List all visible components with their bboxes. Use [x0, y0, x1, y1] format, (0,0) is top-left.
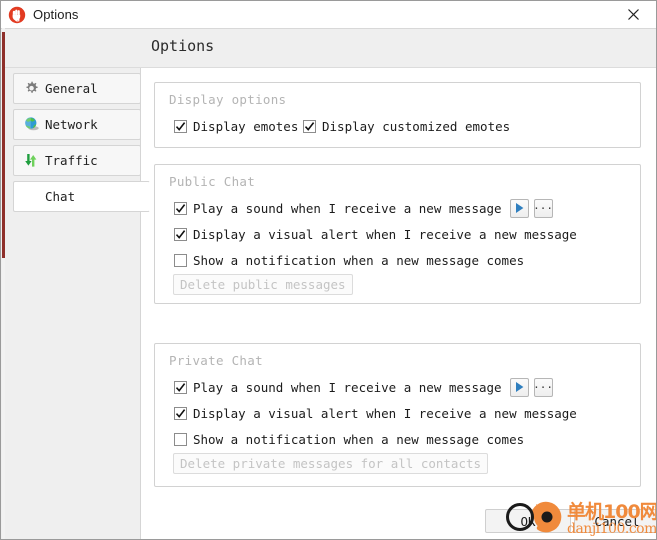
sidebar-item-chat[interactable]: Chat	[13, 181, 150, 212]
play-icon	[515, 203, 523, 213]
globe-icon	[25, 117, 39, 131]
checkbox-public-play-sound[interactable]	[174, 201, 187, 215]
checkbox-private-visual-alert[interactable]	[174, 406, 187, 420]
close-icon[interactable]	[611, 2, 656, 28]
checkbox-row-private-play-sound[interactable]: Play a sound when I receive a new messag…	[174, 377, 553, 397]
public-play-sound-button[interactable]	[509, 198, 529, 218]
sidebar-item-label: Network	[45, 117, 98, 132]
sidebar-item-network[interactable]: Network	[13, 109, 141, 140]
page-title: Options	[151, 37, 215, 55]
checkbox-label: Display emotes	[193, 118, 299, 134]
delete-private-messages-button[interactable]: Delete private messages for all contacts	[173, 453, 489, 474]
page-header: Options	[5, 29, 656, 68]
sidebar-item-general[interactable]: General	[13, 73, 141, 104]
checkbox-label: Display a visual alert when I receive a …	[193, 405, 577, 421]
checkbox-label: Display a visual alert when I receive a …	[193, 226, 577, 242]
ok-button[interactable]: OK	[485, 509, 571, 533]
checkbox-row-public-visual-alert[interactable]: Display a visual alert when I receive a …	[174, 224, 577, 244]
checkbox-public-notification[interactable]	[174, 253, 187, 267]
traffic-arrows-icon	[25, 154, 37, 167]
group-display-options: Display options Display emotes Display c…	[154, 82, 641, 148]
delete-public-messages-button[interactable]: Delete public messages	[173, 274, 353, 295]
sidebar: General Network Traffic Chat	[5, 68, 150, 539]
private-play-sound-button[interactable]	[509, 377, 529, 397]
checkbox-label: Display customized emotes	[322, 118, 511, 134]
checkbox-label: Show a notification when a new message c…	[193, 431, 525, 447]
checkbox-private-notification[interactable]	[174, 432, 187, 446]
checkbox-display-customized-emotes[interactable]	[303, 119, 316, 133]
sidebar-item-label: Chat	[45, 189, 76, 204]
group-title: Display options	[169, 92, 287, 107]
group-private-chat: Private Chat Play a sound when I receive…	[154, 343, 641, 487]
checkbox-row-public-play-sound[interactable]: Play a sound when I receive a new messag…	[174, 198, 553, 218]
sidebar-item-traffic[interactable]: Traffic	[13, 145, 141, 176]
checkbox-label: Play a sound when I receive a new messag…	[193, 200, 502, 216]
checkbox-row-private-visual-alert[interactable]: Display a visual alert when I receive a …	[174, 403, 577, 423]
checkbox-row-private-notification[interactable]: Show a notification when a new message c…	[174, 429, 524, 449]
window-title: Options	[33, 7, 79, 22]
checkbox-label: Play a sound when I receive a new messag…	[193, 379, 502, 395]
checkbox-row-public-notification[interactable]: Show a notification when a new message c…	[174, 250, 524, 270]
app-logo-icon: G	[8, 6, 26, 23]
options-window: G Options Options General Network Traffi…	[0, 0, 657, 540]
svg-text:G: G	[15, 15, 20, 23]
gear-icon	[26, 81, 38, 93]
group-title: Private Chat	[169, 353, 263, 368]
cancel-button[interactable]: Cancel	[574, 509, 656, 533]
checkbox-row-display-emotes[interactable]: Display emotes	[174, 116, 298, 136]
group-public-chat: Public Chat Play a sound when I receive …	[154, 164, 641, 304]
checkbox-private-play-sound[interactable]	[174, 380, 187, 394]
private-browse-sound-button[interactable]: ...	[533, 377, 553, 397]
settings-content-panel: Display options Display emotes Display c…	[140, 68, 656, 539]
play-icon	[515, 382, 523, 392]
sidebar-item-label: Traffic	[45, 153, 98, 168]
public-browse-sound-button[interactable]: ...	[533, 198, 553, 218]
checkbox-display-emotes[interactable]	[174, 119, 187, 133]
group-title: Public Chat	[169, 174, 256, 189]
title-bar: G Options	[1, 1, 656, 29]
checkbox-label: Show a notification when a new message c…	[193, 252, 525, 268]
sidebar-item-label: General	[45, 81, 98, 96]
checkbox-row-display-customized-emotes[interactable]: Display customized emotes	[303, 116, 510, 136]
checkbox-public-visual-alert[interactable]	[174, 227, 187, 241]
